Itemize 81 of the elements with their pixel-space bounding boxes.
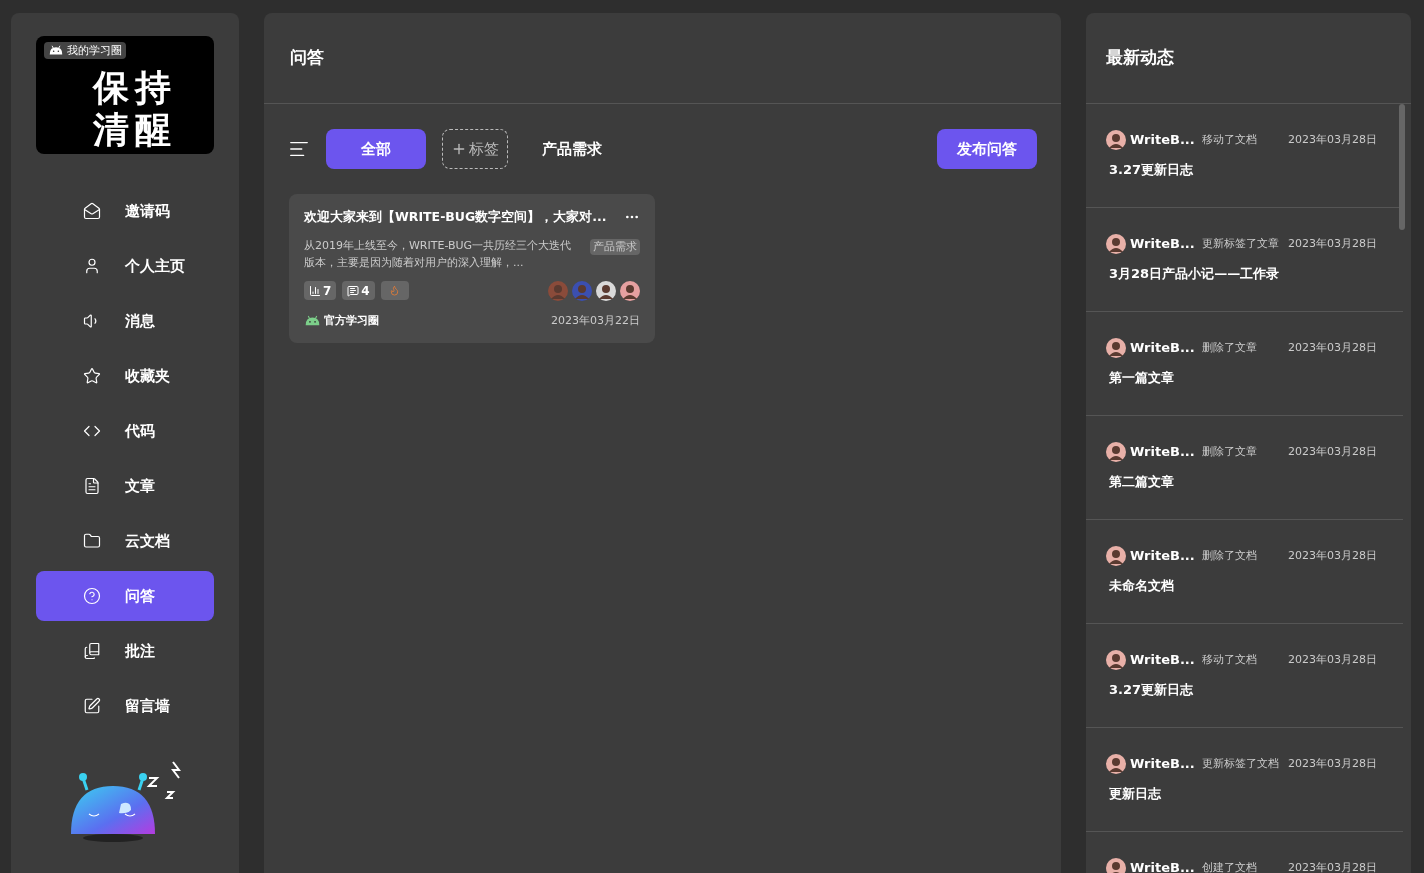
logo-text: 保持 <box>93 66 177 108</box>
avatar-icon <box>1106 754 1126 774</box>
activity-action: 删除了文章 <box>1202 339 1258 356</box>
activity-date: 2023年03月28日 <box>1288 235 1377 252</box>
activity-target[interactable]: 3.27更新日志 <box>1109 680 1194 700</box>
nav-item[interactable]: 收藏夹 <box>36 351 214 401</box>
activity-action: 移动了文档 <box>1202 131 1258 148</box>
nav-item[interactable]: 批注 <box>36 626 214 676</box>
document-icon <box>83 477 101 495</box>
nav-item[interactable]: 问答 <box>36 571 214 621</box>
activity-target[interactable]: 3.27更新日志 <box>1109 160 1194 180</box>
user-name[interactable]: WriteB... <box>1130 650 1196 670</box>
avatar-icon <box>1106 650 1126 670</box>
publish-button[interactable]: 发布问答 <box>937 129 1037 169</box>
activity-date: 2023年03月28日 <box>1288 859 1377 873</box>
flame-icon <box>389 285 401 297</box>
plus-icon <box>451 141 467 157</box>
activity-action: 创建了文档 <box>1202 859 1258 873</box>
user-name[interactable]: WriteB... <box>1130 858 1196 873</box>
envelope-icon <box>83 202 101 220</box>
tag-label: 产品需求 <box>590 238 640 256</box>
nav-item[interactable]: 云文档 <box>36 516 214 566</box>
activity-date: 2023年03月28日 <box>1288 131 1377 148</box>
question-card[interactable]: 欢迎大家来到【WRITE-BUG数字空间】，大家对... 从2019年上线至今，WRITE-BUG一共历经三个大迭代版本，主要是因为随着对用户的深入理解，... 产品需求 7 4 官方学习圈 2023年03月22日 <box>289 194 655 344</box>
nav-item[interactable]: 代码 <box>36 406 214 456</box>
avatar-icon <box>1106 442 1126 462</box>
activity-date: 2023年03月28日 <box>1288 547 1377 564</box>
user-name[interactable]: WriteB... <box>1130 546 1196 566</box>
activity-action: 更新标签了文档 <box>1202 755 1280 772</box>
badge-text: 我的学习圈 <box>67 43 122 58</box>
activity-target[interactable]: 第二篇文章 <box>1109 472 1174 492</box>
card-title: 欢迎大家来到【WRITE-BUG数字空间】，大家对... <box>304 208 607 226</box>
user-name[interactable]: WriteB... <box>1130 442 1196 462</box>
bar-chart-icon <box>309 284 321 297</box>
user-name[interactable]: WriteB... <box>1130 338 1196 358</box>
avatar-icon <box>1106 338 1126 358</box>
panel-title: 问答 <box>290 46 324 70</box>
add-tag-button[interactable]: 标签 <box>442 129 508 169</box>
robot-icon <box>304 315 321 327</box>
panel-title: 最新动态 <box>1106 46 1174 70</box>
edit-icon <box>83 697 101 715</box>
help-icon <box>83 587 101 605</box>
logo-text: 清醒 <box>93 108 177 150</box>
activity-target[interactable]: 第一篇文章 <box>1109 368 1174 388</box>
activity-action: 删除了文档 <box>1202 547 1258 564</box>
nav-item[interactable]: 个人主页 <box>36 241 214 291</box>
card-date: 2023年03月22日 <box>551 312 640 329</box>
user-name[interactable]: WriteB... <box>1130 754 1196 774</box>
nav-item[interactable]: 文章 <box>36 461 214 511</box>
star-icon <box>83 367 101 385</box>
comment-count[interactable]: 4 <box>342 281 375 301</box>
filter-tab[interactable]: 全部 <box>326 129 426 169</box>
activity-date: 2023年03月28日 <box>1288 651 1377 668</box>
card-description: 从2019年上线至今，WRITE-BUG一共历经三个大迭代版本，主要是因为随着对用户的深入理解，... <box>304 237 573 271</box>
activity-date: 2023年03月28日 <box>1288 443 1377 460</box>
comment-icon <box>347 284 360 297</box>
activity-action: 更新标签了文章 <box>1202 235 1280 252</box>
nav-item[interactable]: 消息 <box>36 296 214 346</box>
user-name[interactable]: WriteB... <box>1130 234 1196 254</box>
avatar-icon <box>1106 546 1126 566</box>
scrollbar[interactable] <box>1399 104 1405 230</box>
nav-item[interactable]: 邀请码 <box>36 186 214 236</box>
activity-target[interactable]: 未命名文档 <box>1109 576 1174 596</box>
activity-target[interactable]: 更新日志 <box>1109 784 1161 804</box>
robot-icon <box>48 45 64 56</box>
avatar-icon <box>1106 234 1126 254</box>
like-count[interactable]: 7 <box>304 281 337 301</box>
avatar-icon <box>1106 858 1126 873</box>
activity-target[interactable]: 3月28日产品小记——工作录 <box>1109 264 1280 284</box>
book-icon <box>83 642 101 660</box>
filter-tab[interactable]: 产品需求 <box>524 129 620 169</box>
activity-date: 2023年03月28日 <box>1288 339 1377 356</box>
user-name[interactable]: WriteB... <box>1130 130 1196 150</box>
circle-name: 官方学习圈 <box>324 312 379 329</box>
activity-date: 2023年03月28日 <box>1288 755 1377 772</box>
activity-action: 移动了文档 <box>1202 651 1258 668</box>
nav-item[interactable]: 留言墙 <box>36 681 214 731</box>
folder-icon <box>83 532 101 550</box>
person-icon <box>83 257 101 275</box>
avatar-icon <box>1106 130 1126 150</box>
activity-action: 删除了文章 <box>1202 443 1258 460</box>
